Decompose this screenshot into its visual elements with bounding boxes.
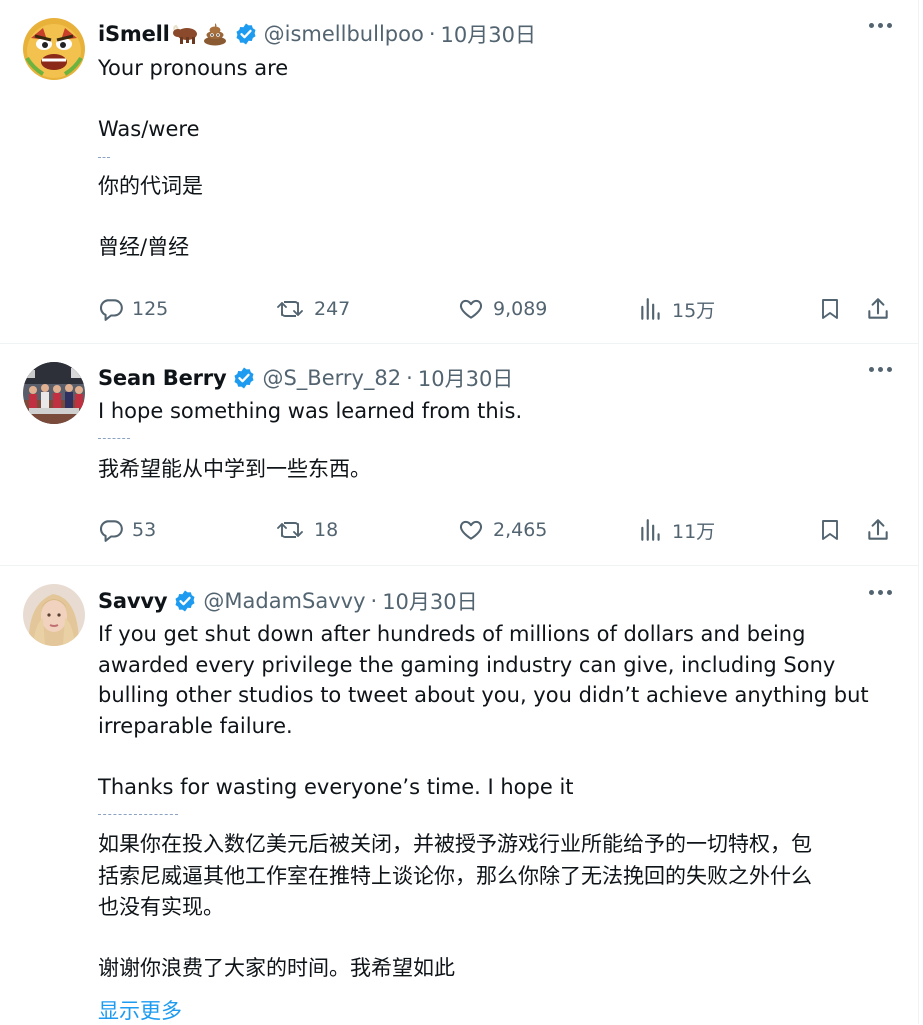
reply-icon bbox=[99, 520, 123, 542]
separator-dot: · bbox=[406, 366, 413, 390]
bookmark-icon bbox=[822, 520, 838, 540]
translation-divider bbox=[98, 438, 130, 439]
poop-emoji-icon bbox=[203, 23, 226, 46]
reply-count: 53 bbox=[132, 519, 157, 541]
tweet-text-line: awarded every privilege the gaming indus… bbox=[98, 653, 836, 677]
reply-button[interactable]: 53 bbox=[98, 513, 156, 547]
timestamp[interactable]: 10月30日 bbox=[441, 19, 536, 49]
share-button[interactable] bbox=[865, 513, 891, 547]
tweet-divider bbox=[0, 565, 918, 566]
translated-text-line: 我希望能从中学到一些东西。 bbox=[98, 457, 371, 481]
timestamp[interactable]: 10月30日 bbox=[418, 363, 513, 393]
view-count: 15万 bbox=[672, 299, 716, 322]
translated-text-line: 括索尼威逼其他工作室在推特上谈论你，那么你除了无法挽回的失败之外什么 bbox=[98, 864, 812, 888]
views-chart-icon bbox=[641, 298, 660, 320]
tweet-header: Sean Berry @S_Berry_82 · 10月30日 bbox=[98, 361, 513, 395]
tweet-text-line: If you get shut down after hundreds of m… bbox=[98, 622, 806, 646]
view-count: 11万 bbox=[672, 520, 716, 543]
tweet-divider bbox=[0, 343, 918, 344]
verified-badge-icon bbox=[234, 22, 258, 46]
tweet-text-line: I hope something was learned from this. bbox=[98, 399, 523, 423]
show-more-link[interactable]: 显示更多 bbox=[98, 995, 182, 1025]
bull-emoji-icon bbox=[172, 24, 197, 44]
translation-divider bbox=[98, 814, 178, 815]
like-button[interactable]: 2,465 bbox=[457, 513, 547, 547]
like-count: 2,465 bbox=[493, 519, 548, 541]
tweet[interactable]: iSmell @ismellbullpoo · 10月30日 Your pron… bbox=[0, 17, 918, 343]
reply-button[interactable]: 125 bbox=[98, 292, 168, 326]
name-emoji bbox=[172, 22, 228, 46]
avatar-image bbox=[23, 18, 85, 80]
more-options-icon[interactable] bbox=[869, 367, 892, 372]
translated-text-line: 也没有实现。 bbox=[98, 895, 224, 919]
translated-text-line: 如果你在投入数亿美元后被关闭，并被授予游戏行业所能给予的一切特权，包 bbox=[98, 832, 812, 856]
retweet-count: 247 bbox=[314, 298, 351, 320]
retweet-button[interactable]: 18 bbox=[276, 513, 338, 547]
tweet-text-line: Thanks for wasting everyone’s time. I ho… bbox=[98, 775, 574, 799]
tweet[interactable]: Sean Berry @S_Berry_82 · 10月30日 I hope s… bbox=[0, 361, 918, 565]
retweet-icon bbox=[277, 301, 303, 317]
heart-icon bbox=[459, 520, 483, 540]
more-options-icon[interactable] bbox=[869, 23, 892, 28]
tweet-text-line: irreparable failure. bbox=[98, 714, 293, 738]
avatar[interactable] bbox=[23, 362, 85, 424]
share-button[interactable] bbox=[865, 292, 891, 326]
handle[interactable]: @MadamSavvy bbox=[203, 589, 365, 613]
display-name[interactable]: iSmell bbox=[98, 22, 170, 46]
like-count: 9,089 bbox=[493, 298, 548, 320]
views-button[interactable]: 11万 bbox=[638, 513, 715, 547]
tweet-text-line: bulling other studios to tweet about you… bbox=[98, 683, 869, 707]
avatar-image bbox=[23, 584, 85, 646]
handle[interactable]: @S_Berry_82 bbox=[262, 366, 401, 390]
more-options-icon[interactable] bbox=[869, 590, 892, 595]
bookmark-icon bbox=[822, 299, 838, 319]
like-button[interactable]: 9,089 bbox=[457, 292, 547, 326]
avatar[interactable] bbox=[23, 584, 85, 646]
heart-icon bbox=[459, 299, 483, 319]
retweet-icon bbox=[277, 522, 303, 538]
action-bar: 125 247 9,089 15万 bbox=[0, 292, 918, 326]
bookmark-button[interactable] bbox=[818, 292, 842, 326]
translated-text-line: 曾经/曾经 bbox=[98, 235, 190, 259]
share-icon bbox=[868, 298, 888, 319]
action-bar: 53 18 2,465 11万 bbox=[0, 513, 918, 547]
retweet-count: 18 bbox=[314, 519, 339, 541]
verified-badge-icon bbox=[173, 589, 197, 613]
translation-divider bbox=[98, 157, 110, 158]
separator-dot: · bbox=[370, 589, 378, 613]
tweet-text-line: Your pronouns are bbox=[98, 56, 289, 80]
avatar-image bbox=[23, 362, 85, 424]
reply-count: 125 bbox=[132, 298, 169, 320]
timestamp[interactable]: 10月30日 bbox=[382, 586, 477, 616]
translated-text-line: 谢谢你浪费了大家的时间。我希望如此 bbox=[98, 956, 455, 980]
share-icon bbox=[868, 519, 888, 540]
column-border bbox=[918, 0, 919, 1024]
display-name[interactable]: Sean Berry bbox=[98, 366, 227, 390]
tweet-header: iSmell @ismellbullpoo · 10月30日 bbox=[98, 17, 536, 51]
translated-text-line: 你的代词是 bbox=[98, 174, 203, 198]
tweet-text-line: Was/were bbox=[98, 117, 200, 141]
tweet[interactable]: Savvy @MadamSavvy · 10月30日 If you get sh… bbox=[0, 584, 918, 1024]
display-name[interactable]: Savvy bbox=[98, 589, 168, 613]
retweet-button[interactable]: 247 bbox=[276, 292, 350, 326]
separator-dot: · bbox=[428, 22, 436, 46]
bookmark-button[interactable] bbox=[818, 513, 842, 547]
verified-badge-icon bbox=[232, 366, 256, 390]
reply-icon bbox=[99, 299, 123, 321]
views-button[interactable]: 15万 bbox=[638, 292, 715, 326]
handle[interactable]: @ismellbullpoo bbox=[264, 22, 424, 46]
tweet-header: Savvy @MadamSavvy · 10月30日 bbox=[98, 584, 478, 618]
avatar[interactable] bbox=[23, 18, 85, 80]
views-chart-icon bbox=[641, 519, 660, 541]
